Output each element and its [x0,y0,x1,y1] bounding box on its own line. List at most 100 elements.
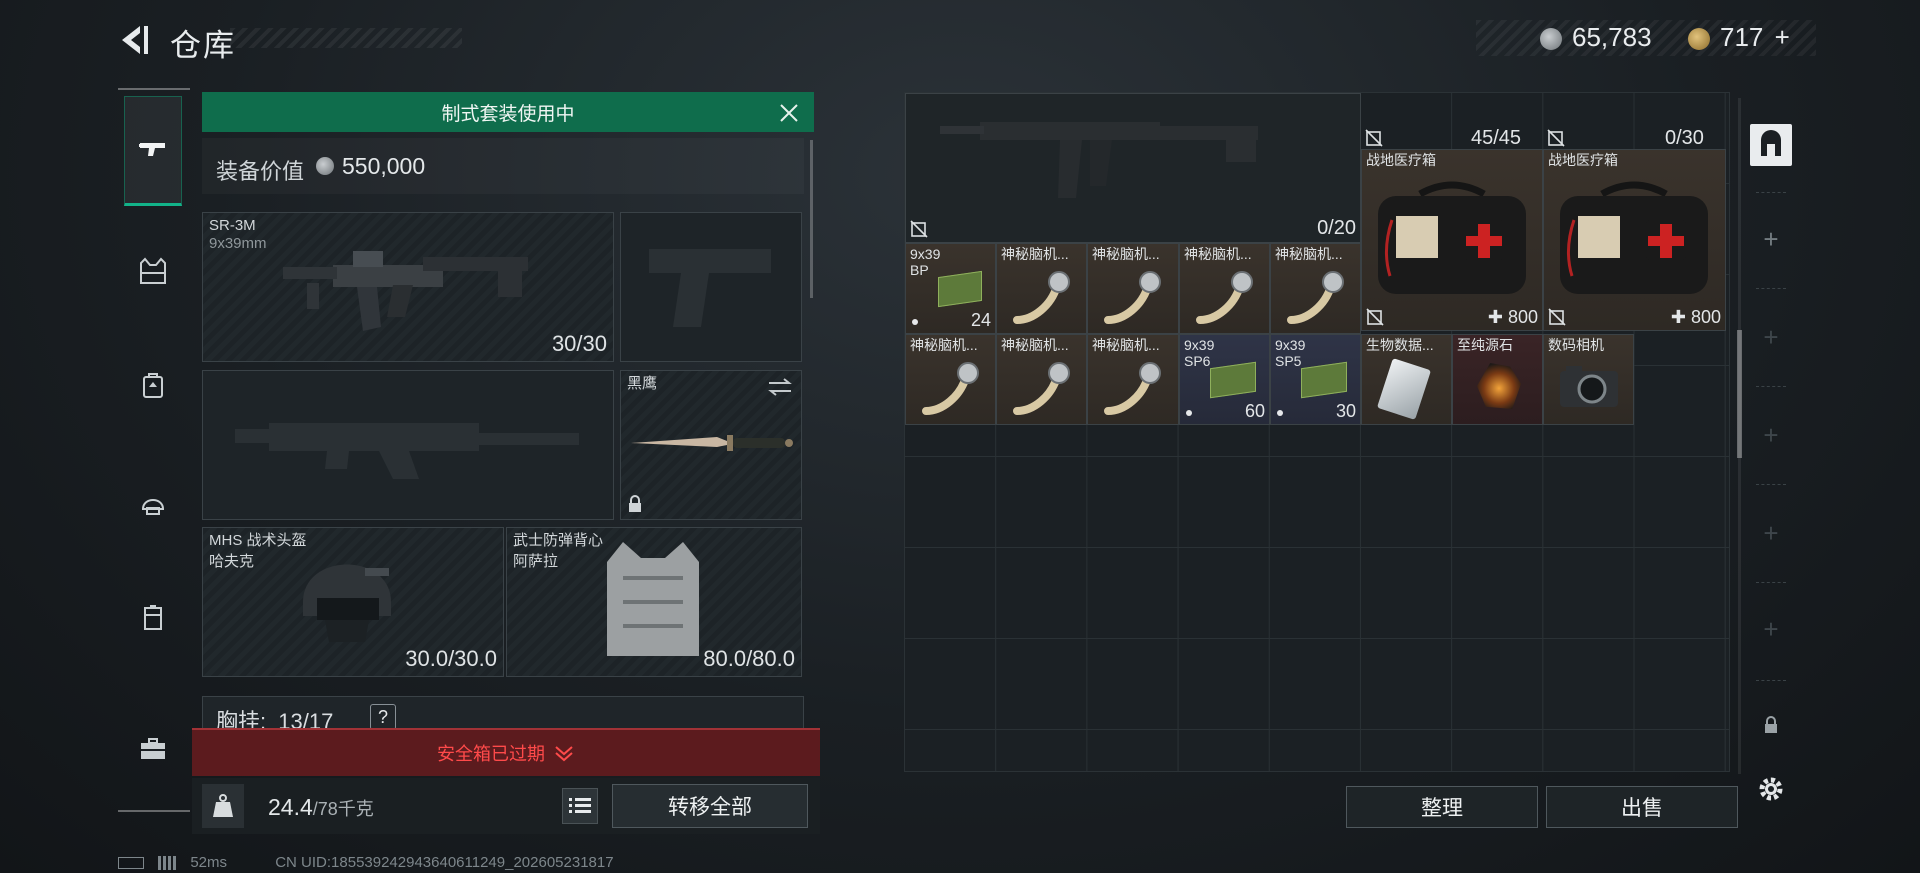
brain-chip-item[interactable]: 神秘脑机... [996,243,1087,334]
briefcase-icon [141,738,165,759]
brain-chip-icon [1104,362,1161,415]
add-stash-page-button[interactable]: + [1750,608,1792,650]
nav-divider-bottom [118,810,190,812]
close-icon [780,104,798,122]
ammo-box-icon [938,270,982,308]
weapon-name: SR-3M [209,217,256,234]
brain-chip-item[interactable]: 神秘脑机... [1087,334,1179,425]
locked-page-button[interactable] [1750,704,1792,746]
item-name: 神秘脑机... [910,337,978,353]
nav-tab-vest[interactable] [124,242,182,300]
nav-tab-pouch[interactable] [124,588,182,646]
status-line: 52ms CN UID:18553924294364061124​9_20260… [118,854,614,871]
data-card-icon [1376,358,1432,420]
armor-brand: 阿萨拉 [513,553,559,570]
back-button[interactable] [112,20,156,60]
swap-icon[interactable] [767,377,793,397]
nav-tab-helmet[interactable] [124,474,182,532]
nav-tab-backpack[interactable] [124,356,182,414]
uid-value: CN UID:18553924294364061124​9_2026052318… [275,854,614,871]
item-name: 9x39 BP [910,246,941,278]
brain-chip-item[interactable]: 神秘脑机... [905,334,996,425]
brain-chip-item[interactable]: 神秘脑机... [996,334,1087,425]
settings-button[interactable] [1750,768,1792,810]
item-name: 战地医疗箱 [1548,152,1618,168]
item-count: 60 [1244,401,1265,421]
ping-value: 52ms [190,854,228,871]
medkit-b-count: 0/30 [1665,127,1704,149]
list-view-button[interactable] [562,788,598,824]
primary-weapon-slot[interactable]: SR-3M 9x39mm 30/30 [202,212,614,362]
pistol-placeholder-icon [649,249,771,327]
brain-chip-icon [1013,271,1070,324]
pistol-slot[interactable] [620,212,802,362]
stash-scrollbar-thumb[interactable] [1737,330,1742,458]
item-name: 战地医疗箱 [1366,152,1436,168]
battery-icon [118,857,144,870]
item-name: 数码相机 [1548,337,1604,353]
stash-rifle-item[interactable]: 0/20 [905,93,1361,243]
gold-currency-value[interactable]: 717 + [1720,22,1790,53]
kit-in-use-banner: 制式套装使用中 [202,92,814,132]
silver-coin-icon [316,157,334,175]
weapon-ammo-count: 30/30 [551,331,607,356]
carry-weight-max: /78千克 [312,799,374,819]
separator [1756,680,1786,681]
bio-data-item[interactable]: 生物数据... [1361,334,1452,425]
brain-chip-item[interactable]: 神秘脑机... [1179,243,1270,334]
stone-icon [1477,363,1521,409]
camera-icon [1560,366,1618,407]
nav-tab-case[interactable] [124,720,182,778]
chevron-down-icon [555,746,573,762]
stash-page-button-active[interactable] [1750,124,1792,166]
armor-name: 武士防弹背心 [513,532,604,549]
gold-add-button[interactable]: + [1775,22,1790,52]
ammo-item[interactable]: 9x39 SP6 60 [1179,334,1270,425]
add-stash-page-button[interactable]: + [1750,414,1792,456]
melee-slot[interactable]: 黑鹰 [620,370,802,520]
add-stash-page-button[interactable]: + [1750,512,1792,554]
nav-tab-weapons[interactable] [124,96,182,206]
title-decoration [230,28,462,48]
item-name: 神秘脑机... [1092,337,1160,353]
sell-button[interactable]: 出售 [1546,786,1738,828]
armor-slot[interactable]: 武士防弹背心 阿萨拉 80.0/80.0 [506,527,802,677]
gear-icon [1759,777,1783,801]
safe-box-expired-banner[interactable]: 安全箱已过期 [192,728,820,776]
item-name: 9x39 SP5 [1275,337,1306,369]
transfer-all-button[interactable]: 转移全部 [612,784,808,828]
pistol-icon [139,143,165,156]
signal-icon [158,856,177,871]
item-name: 生物数据... [1366,337,1434,353]
ammo-item[interactable]: 9x39 BP 24 [905,243,996,334]
ammo-box-icon [1210,361,1256,399]
brain-chip-icon [1013,362,1070,415]
helmet-slot[interactable]: MHS 战术头盔 哈夫克 30.0/30.0 [202,527,504,677]
separator [1756,192,1786,193]
sort-button[interactable]: 整理 [1346,786,1538,828]
helmet-name: MHS 战术头盔 [209,532,307,549]
vest-icon [140,257,166,284]
list-icon [569,798,591,813]
item-name: 神秘脑机... [1001,246,1069,262]
brain-chip-item[interactable]: 神秘脑机... [1087,243,1179,334]
add-stash-page-button[interactable]: + [1750,218,1792,260]
kit-close-button[interactable] [776,100,802,126]
ammo-item[interactable]: 9x39 SP5 30 [1270,334,1361,425]
carry-weight-value: 24.4 [268,794,313,820]
brain-chip-item[interactable]: 神秘脑机... [1270,243,1361,334]
help-button[interactable]: ? [370,704,396,730]
stash-grid[interactable]: 0/20 战地医疗箱 ✚ 800 45/45 战地医疗箱 ✚ 800 0/30 … [904,92,1730,772]
add-stash-page-button[interactable]: + [1750,316,1792,358]
status-dot [1186,410,1192,416]
secondary-weapon-slot[interactable] [202,370,614,520]
loadout-scrollbar[interactable] [810,140,813,298]
item-name: 神秘脑机... [1275,246,1343,262]
pouch-icon [144,605,162,630]
helmet-durability: 30.0/30.0 [405,646,497,671]
camera-item[interactable]: 数码相机 [1543,334,1634,425]
origin-stone-item[interactable]: 至纯源石 [1452,334,1543,425]
lock-icon [1765,716,1777,733]
status-dot [1277,410,1283,416]
armor-durability: 80.0/80.0 [703,646,795,671]
